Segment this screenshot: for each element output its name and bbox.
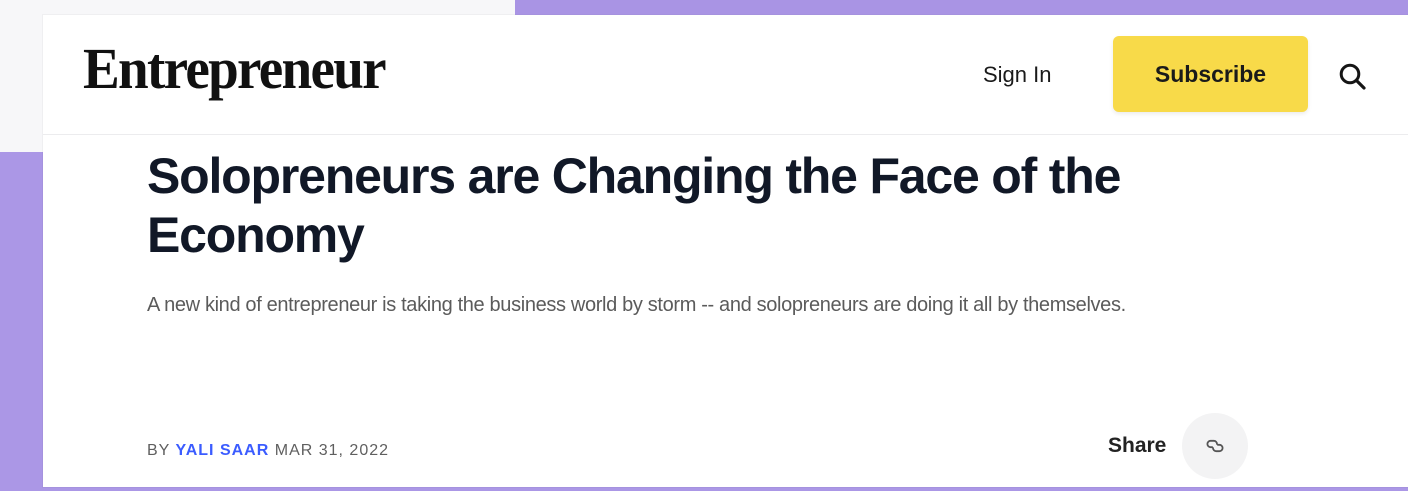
link-icon bbox=[1206, 439, 1224, 453]
article-meta: BY YALI SAAR MAR 31, 2022 bbox=[147, 441, 389, 461]
byline-prefix: BY bbox=[147, 442, 171, 459]
site-header: Entrepreneur Sign In Subscribe bbox=[43, 15, 1408, 135]
article-headline: Solopreneurs are Changing the Face of th… bbox=[147, 148, 1121, 263]
article-card: Entrepreneur Sign In Subscribe Soloprene… bbox=[43, 15, 1408, 487]
share-link-button[interactable] bbox=[1182, 413, 1248, 479]
site-logo[interactable]: Entrepreneur bbox=[83, 34, 387, 104]
article-header: Solopreneurs are Changing the Face of th… bbox=[147, 147, 1297, 479]
page-canvas: Entrepreneur Sign In Subscribe Soloprene… bbox=[0, 0, 1408, 491]
share-label[interactable]: Share bbox=[1108, 432, 1166, 460]
publish-date: MAR 31, 2022 bbox=[274, 442, 390, 459]
article-dek: A new kind of entrepreneur is taking the… bbox=[147, 294, 1126, 316]
subscribe-button[interactable]: Subscribe bbox=[1113, 36, 1308, 112]
search-button[interactable] bbox=[1333, 57, 1373, 97]
author-link[interactable]: YALI SAAR bbox=[176, 442, 270, 459]
background-shade bbox=[515, 0, 1408, 14]
search-icon bbox=[1339, 63, 1366, 90]
sign-in-link[interactable]: Sign In bbox=[983, 60, 1052, 90]
